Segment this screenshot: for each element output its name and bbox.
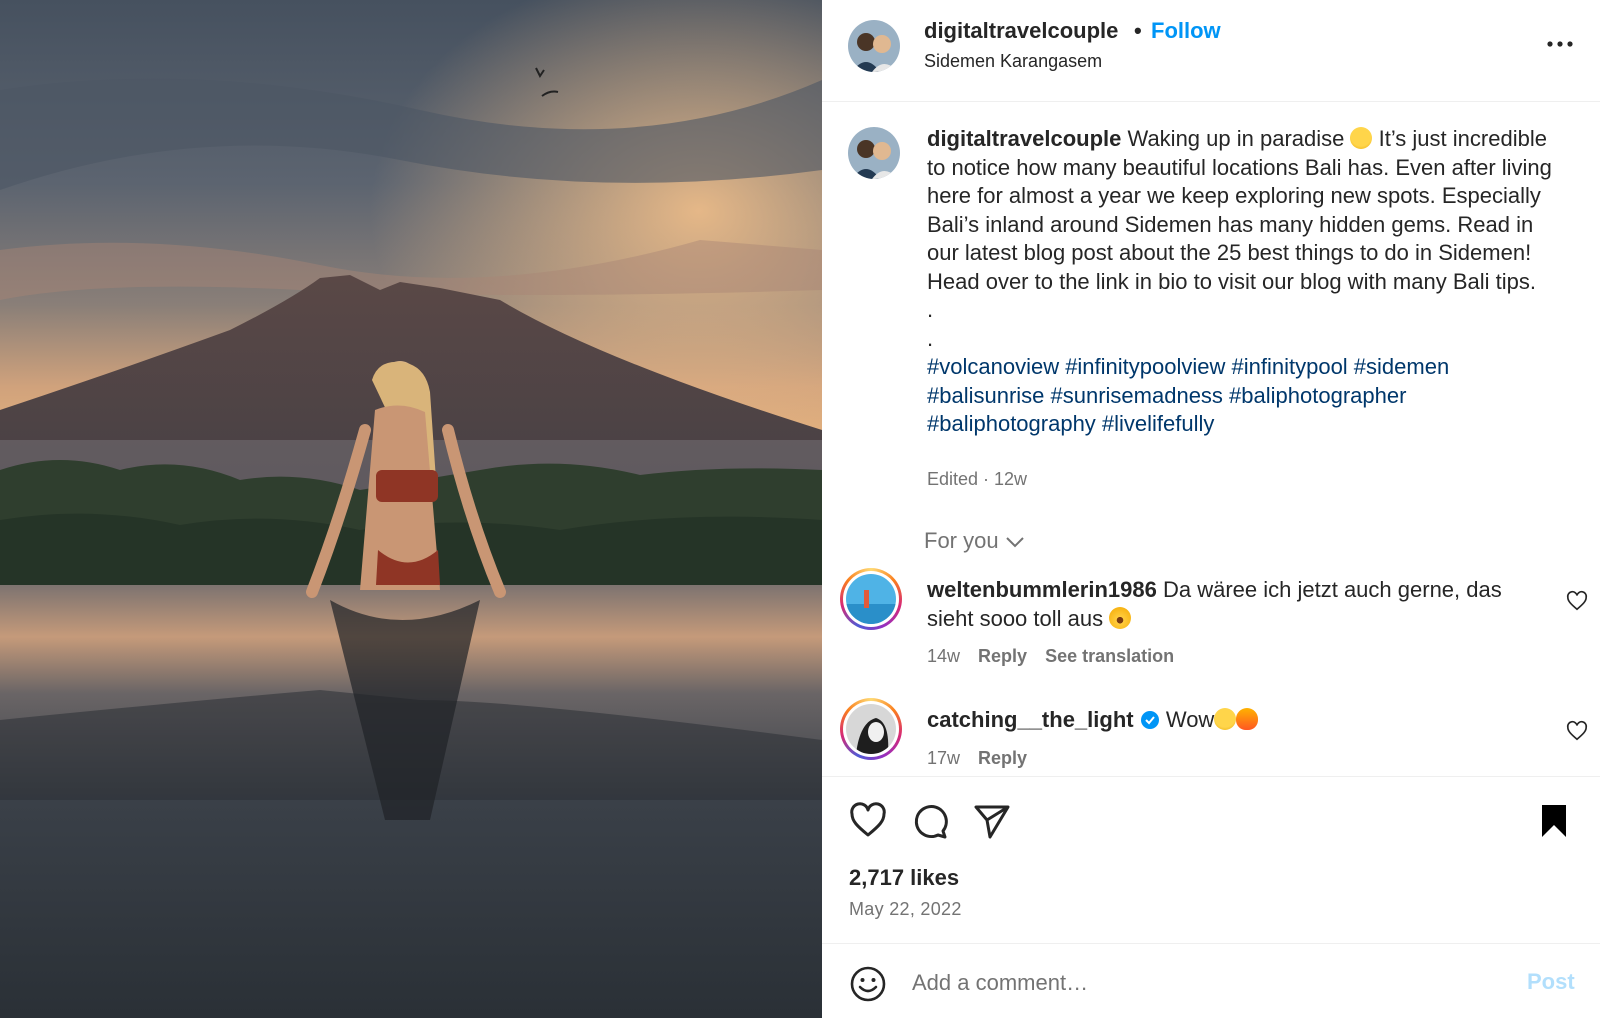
caption-dot-1: . [927,297,934,322]
post-caption: digitaltravelcouple Waking up in paradis… [927,125,1567,439]
save-button[interactable] [1534,801,1574,841]
like-button[interactable] [848,801,888,841]
bookmark-icon [1542,805,1566,837]
separator-dot: • [1134,18,1142,43]
post-location[interactable]: Sidemen Karangasem [924,51,1102,72]
share-icon [974,805,1010,839]
caption-username[interactable]: digitaltravelcouple [927,126,1121,151]
heart-icon [850,802,886,837]
reply-button[interactable]: Reply [978,646,1027,666]
chevron-down-icon [1005,537,1024,548]
comment-meta: 14w Reply See translation [927,646,1192,667]
commenter-avatar[interactable] [840,698,902,760]
comment-input[interactable] [912,963,1472,1003]
comment-button[interactable] [910,801,950,841]
post-photo [0,0,822,1018]
more-icon [1547,41,1573,47]
post-image[interactable] [0,0,822,1018]
post-panel: digitaltravelcouple • Follow Sidemen Kar… [822,0,1600,1018]
comment-icon [914,805,948,839]
like-comment-button[interactable] [1566,590,1588,612]
comment-time: 17w [927,748,961,768]
emoji-picker-button[interactable] [849,965,887,1003]
for-you-dropdown[interactable]: For you [924,528,1025,554]
heart-icon [1566,590,1588,611]
comment-time: 14w [927,646,961,666]
caption-hashtags[interactable]: #volcanoview #infinitypoolview #infinity… [927,354,1449,436]
comment-username[interactable]: catching__the_light [927,707,1134,732]
share-button[interactable] [972,801,1012,841]
comment-meta: 17w Reply [927,748,1045,769]
for-you-label: For you [924,528,999,553]
heart-icon [1566,720,1588,741]
author-username[interactable]: digitaltravelcouple [924,18,1118,44]
post-comment-button[interactable]: Post [1527,969,1575,995]
surprised-emoji-icon [1109,606,1132,629]
caption-avatar[interactable] [848,127,900,179]
author-avatar[interactable] [848,20,900,72]
relieved-emoji-icon [1214,708,1237,730]
post-actions: 2,717 likes May 22, 2022 [822,776,1600,944]
commenter-avatar[interactable] [840,568,902,630]
more-options-button[interactable] [1540,24,1580,64]
like-comment-button[interactable] [1566,720,1588,742]
emoji-icon [850,966,886,1002]
verified-icon [1140,711,1159,729]
star-struck-emoji-icon [1350,127,1373,149]
comment-text: catching__the_light Wow [927,706,1527,735]
likes-count[interactable]: 2,717 likes [849,865,959,891]
comment-text: weltenbummlerin1986 Da wäree ich jetzt a… [927,576,1527,633]
caption-dot-2: . [927,325,934,351]
add-comment-bar: Post [822,945,1600,1018]
caption-text-body: It’s just incredible to notice how many … [927,126,1552,294]
fire-emoji-icon [1236,708,1259,730]
comment-body: Wow [1159,707,1215,732]
post-date: May 22, 2022 [849,899,962,919]
follow-button[interactable]: Follow [1151,18,1221,44]
comment-username[interactable]: weltenbummlerin1986 [927,577,1157,602]
comments-scroll-area[interactable]: digitaltravelcouple Waking up in paradis… [822,103,1600,776]
reply-button[interactable]: Reply [978,748,1027,768]
caption-text-start: Waking up in paradise [1121,126,1351,151]
post-header: digitaltravelcouple • Follow Sidemen Kar… [822,0,1600,102]
caption-edited-time: Edited · 12w [927,469,1028,489]
see-translation-button[interactable]: See translation [1045,646,1174,666]
